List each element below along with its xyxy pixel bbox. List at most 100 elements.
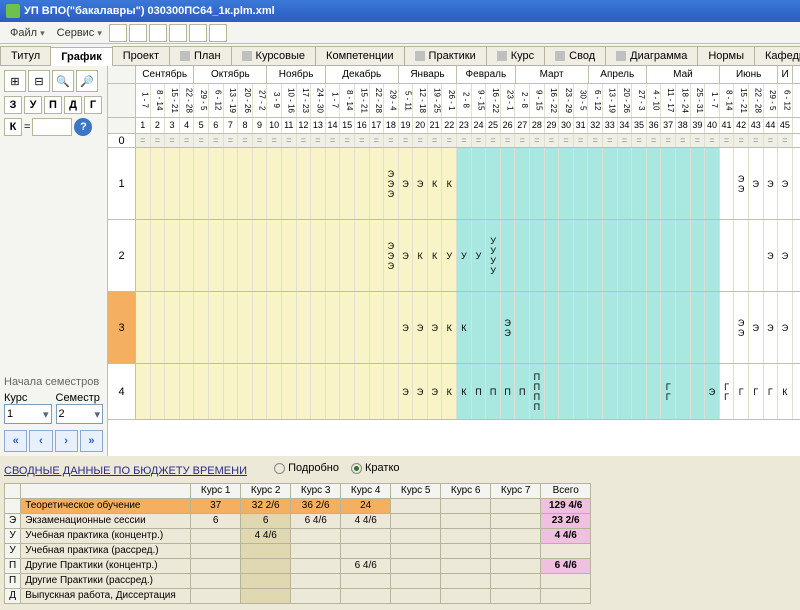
grid-cell[interactable]: [559, 220, 574, 291]
help-icon[interactable]: ?: [74, 118, 92, 136]
grid-cell[interactable]: Э: [399, 220, 414, 291]
grid-cell[interactable]: [457, 148, 472, 219]
grid-cell[interactable]: [618, 292, 633, 363]
grid-cell[interactable]: [705, 148, 720, 219]
grid-cell[interactable]: [340, 364, 355, 419]
sum-cell[interactable]: [391, 543, 441, 558]
sum-cell[interactable]: [191, 573, 241, 588]
grid-cell[interactable]: [545, 364, 560, 419]
grid-cell[interactable]: [311, 292, 326, 363]
grid-cell[interactable]: [676, 148, 691, 219]
tab-5[interactable]: Компетенции: [315, 46, 405, 65]
grid-cell[interactable]: [472, 292, 487, 363]
grid-cell[interactable]: [209, 364, 224, 419]
grid-cell[interactable]: [632, 220, 647, 291]
grid-cell[interactable]: ЭЭ: [734, 148, 749, 219]
grid-cell[interactable]: [574, 292, 589, 363]
letter-У[interactable]: У: [24, 96, 42, 114]
grid-cell[interactable]: [720, 220, 735, 291]
grid-cell[interactable]: [355, 364, 370, 419]
grid-cell[interactable]: К: [457, 292, 472, 363]
grid-cell[interactable]: [515, 220, 530, 291]
tab-2[interactable]: Проект: [112, 46, 170, 65]
grid-cell[interactable]: К: [413, 220, 428, 291]
grid-cell[interactable]: [224, 364, 239, 419]
grid-cell[interactable]: ГГ: [720, 364, 735, 419]
sum-cell[interactable]: 36 2/6: [291, 498, 341, 513]
grid-cell[interactable]: П: [515, 364, 530, 419]
grid-cell[interactable]: [515, 292, 530, 363]
sum-cell[interactable]: [491, 513, 541, 528]
grid-cell[interactable]: [355, 292, 370, 363]
letter-З[interactable]: З: [4, 96, 22, 114]
grid-cell[interactable]: [661, 148, 676, 219]
grid-cell[interactable]: [530, 292, 545, 363]
zoom-out-icon[interactable]: 🔎: [76, 70, 98, 92]
grid-cell[interactable]: [224, 292, 239, 363]
toolbar-excel-icon[interactable]: [189, 24, 207, 42]
grid-cell[interactable]: [253, 364, 268, 419]
k-field[interactable]: [32, 118, 72, 136]
grid-cell[interactable]: [705, 220, 720, 291]
sum-cell[interactable]: [291, 588, 341, 603]
toolbar-save-icon[interactable]: [129, 24, 147, 42]
grid-cell[interactable]: [691, 292, 706, 363]
grid-cell[interactable]: Э: [428, 364, 443, 419]
sum-cell[interactable]: [391, 513, 441, 528]
grid-cell[interactable]: [238, 148, 253, 219]
tab-4[interactable]: Курсовые: [231, 46, 317, 65]
grid-cell[interactable]: К: [442, 292, 457, 363]
sum-cell[interactable]: [191, 558, 241, 573]
tab-6[interactable]: Практики: [404, 46, 487, 65]
grid-cell[interactable]: Э: [413, 148, 428, 219]
grid-cell[interactable]: ГГ: [661, 364, 676, 419]
grid-cell[interactable]: [151, 148, 166, 219]
grid-cell[interactable]: [472, 148, 487, 219]
grid-cell[interactable]: [355, 148, 370, 219]
tab-10[interactable]: Нормы: [697, 46, 755, 65]
grid-cell[interactable]: [326, 220, 341, 291]
sum-cell[interactable]: 32 2/6: [241, 498, 291, 513]
tool-icon-1[interactable]: ⊞: [4, 70, 26, 92]
grid-cell[interactable]: [326, 364, 341, 419]
sum-cell[interactable]: 23 2/6: [541, 513, 591, 528]
sum-cell[interactable]: [191, 588, 241, 603]
sum-cell[interactable]: [291, 543, 341, 558]
grid-cell[interactable]: Г: [764, 364, 779, 419]
grid-cell[interactable]: Э: [749, 292, 764, 363]
grid-cell[interactable]: Э: [413, 364, 428, 419]
zoom-in-icon[interactable]: 🔍: [52, 70, 74, 92]
grid-cell[interactable]: ЭЭЭ: [384, 220, 399, 291]
tab-8[interactable]: Свод: [544, 46, 606, 65]
toolbar-stop-icon[interactable]: [209, 24, 227, 42]
sum-cell[interactable]: [291, 558, 341, 573]
grid-cell[interactable]: Э: [778, 292, 793, 363]
grid-cell[interactable]: [238, 364, 253, 419]
grid-cell[interactable]: [486, 148, 501, 219]
grid-cell[interactable]: [253, 292, 268, 363]
sum-cell[interactable]: [341, 573, 391, 588]
grid-cell[interactable]: [253, 220, 268, 291]
grid-cell[interactable]: [194, 364, 209, 419]
sum-cell[interactable]: 6: [191, 513, 241, 528]
grid-cell[interactable]: [676, 292, 691, 363]
grid-cell[interactable]: [545, 292, 560, 363]
sum-cell[interactable]: 6 4/6: [291, 513, 341, 528]
grid-cell[interactable]: [749, 220, 764, 291]
grid-cell[interactable]: ПППП: [530, 364, 545, 419]
grid-cell[interactable]: Э: [428, 292, 443, 363]
grid-cell[interactable]: [515, 148, 530, 219]
nav-first-icon[interactable]: «: [4, 430, 27, 452]
grid-cell[interactable]: [676, 364, 691, 419]
grid-cell[interactable]: УУУУ: [486, 220, 501, 291]
grid-cell[interactable]: [224, 220, 239, 291]
grid-cell[interactable]: П: [486, 364, 501, 419]
grid-cell[interactable]: [734, 220, 749, 291]
grid-cell[interactable]: [297, 292, 312, 363]
grid-cell[interactable]: К: [457, 364, 472, 419]
grid-cell[interactable]: [661, 292, 676, 363]
grid-cell[interactable]: [326, 292, 341, 363]
grid-cell[interactable]: [588, 364, 603, 419]
grid-cell[interactable]: [297, 220, 312, 291]
grid-cell[interactable]: К: [428, 220, 443, 291]
